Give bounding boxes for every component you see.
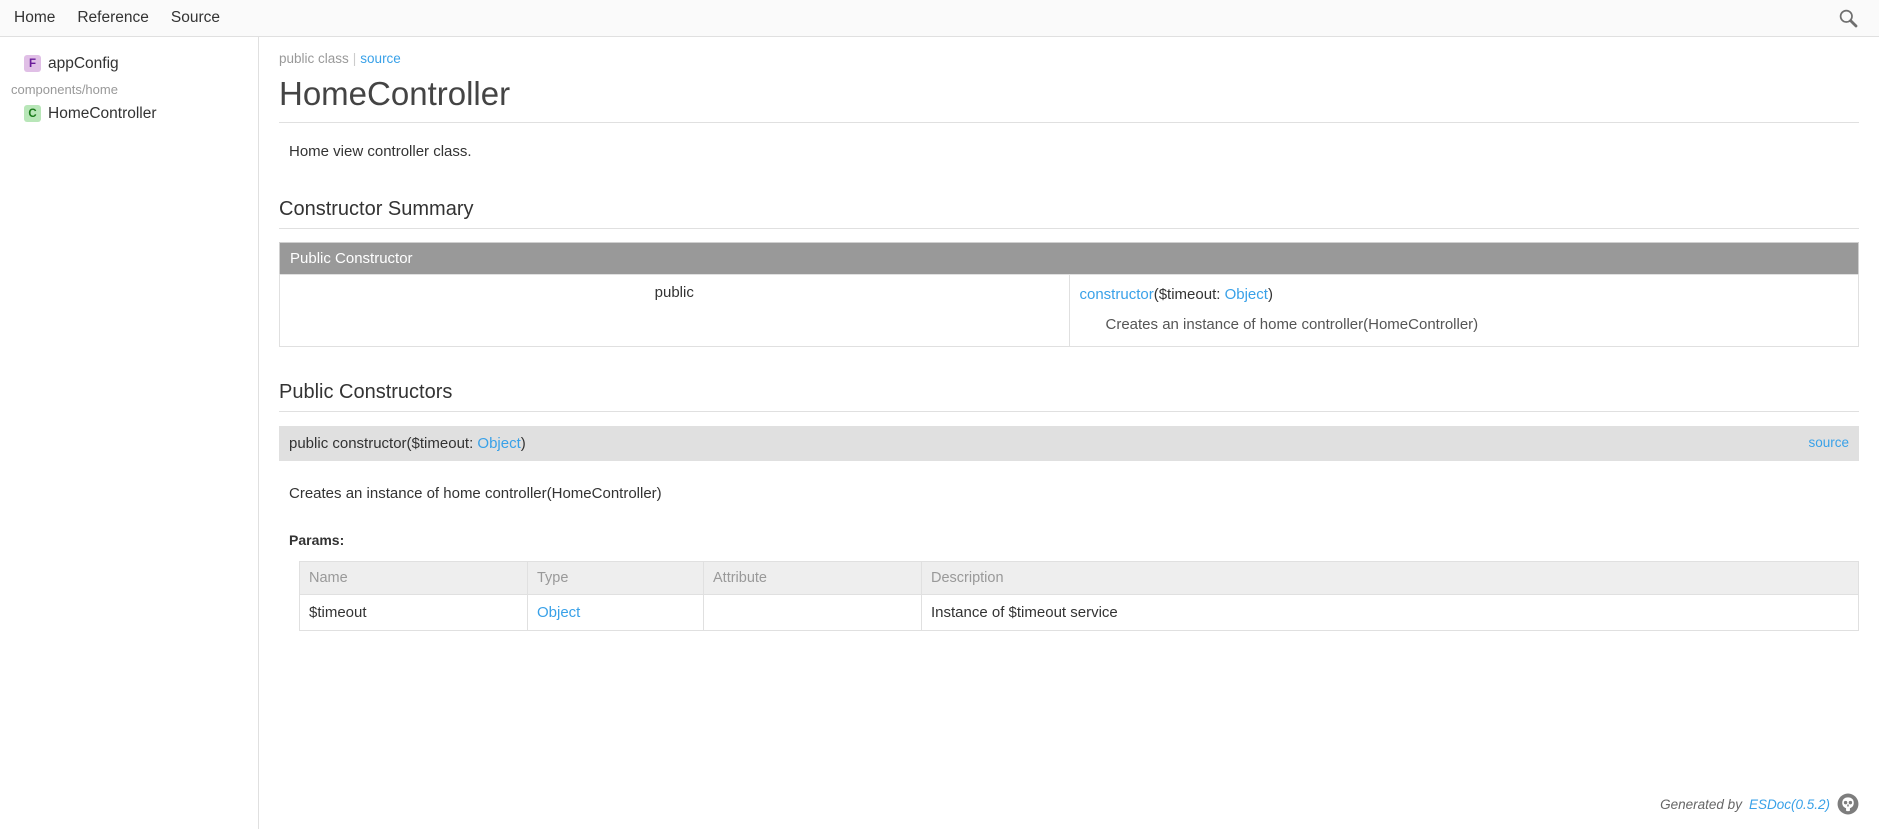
summary-signature-cell: constructor($timeout: Object) Creates an…: [1068, 273, 1859, 347]
param-type-link[interactable]: Object: [537, 604, 580, 621]
table-row: public constructor($timeout: Object) Cre…: [279, 273, 1859, 347]
sidebar-group-root: F appConfig: [0, 51, 258, 76]
params-col-description: Description: [921, 561, 1859, 596]
top-navbar: Home Reference Source: [0, 0, 1879, 37]
table-row: $timeout Object Instance of $timeout ser…: [299, 594, 1859, 632]
class-badge-icon: C: [24, 105, 41, 123]
sidebar-group-components-home: components/home C HomeController: [0, 76, 258, 126]
sidebar-item-label: HomeController: [48, 105, 157, 123]
param-cell-attribute: [703, 594, 922, 632]
constructor-link[interactable]: constructor: [1080, 286, 1154, 303]
section-title-constructor-summary: Constructor Summary: [279, 197, 1859, 229]
nav-link-source[interactable]: Source: [171, 8, 220, 28]
summary-header-cell: Public Constructor: [279, 242, 1859, 275]
constructor-detail-block: public constructor($timeout: Object) sou…: [279, 425, 1859, 632]
page-title: HomeController: [279, 75, 1859, 124]
sidebar-item-homecontroller[interactable]: C HomeController: [0, 101, 258, 126]
header-source-link[interactable]: source: [360, 51, 401, 66]
sidebar-item-label: appConfig: [48, 55, 119, 72]
nav-link-home[interactable]: Home: [14, 8, 55, 28]
params-table: Name Type Attribute Description $timeout…: [299, 561, 1859, 632]
nav-link-reference[interactable]: Reference: [77, 8, 149, 28]
params-col-attribute: Attribute: [703, 561, 922, 596]
summary-header-row: Public Constructor: [279, 242, 1859, 275]
footer: Generated by ESDoc(0.5.2): [1660, 793, 1859, 815]
summary-row-description: Creates an instance of home controller(H…: [1105, 316, 1479, 334]
signature-type-link[interactable]: Object: [477, 435, 520, 452]
search-button[interactable]: [1835, 5, 1861, 31]
section-title-public-constructors: Public Constructors: [279, 380, 1859, 412]
param-type-link[interactable]: Object: [1225, 286, 1268, 303]
kind-notice: public class | source: [279, 51, 1859, 66]
constructor-detail-signature: public constructor($timeout: Object): [289, 433, 1808, 454]
summary-access-cell: public: [279, 273, 1070, 347]
params-tbody: $timeout Object Instance of $timeout ser…: [299, 594, 1859, 632]
esdoc-logo-icon: [1837, 793, 1859, 815]
summary-tbody: public constructor($timeout: Object) Cre…: [279, 273, 1859, 347]
param-cell-type: Object: [527, 594, 704, 632]
main-content: public class | source HomeController Home …: [259, 37, 1879, 829]
params-header-row: Name Type Attribute Description: [299, 561, 1859, 596]
param-cell-description: Instance of $timeout service: [921, 594, 1859, 632]
notice-separator: |: [352, 51, 357, 66]
kind-notice-text: public class: [279, 51, 349, 66]
params-col-type: Type: [527, 561, 704, 596]
class-description: Home view controller class.: [289, 143, 472, 161]
footer-esdoc-link[interactable]: ESDoc(0.5.2): [1749, 797, 1830, 812]
constructor-detail-header: public constructor($timeout: Object) sou…: [279, 425, 1859, 461]
detail-source-link[interactable]: source: [1808, 434, 1849, 453]
signature-prefix: public constructor($timeout:: [289, 434, 478, 452]
params-label: Params:: [289, 532, 345, 549]
search-icon: [1839, 9, 1858, 28]
param-cell-name: $timeout: [299, 594, 528, 632]
params-col-name: Name: [299, 561, 528, 596]
constructor-summary-table: Public Constructor public constructor($t…: [279, 241, 1859, 347]
constructor-detail-description: Creates an instance of home controller(H…: [289, 484, 662, 502]
footer-generated-by: Generated by: [1660, 796, 1742, 812]
function-badge-icon: F: [24, 55, 41, 73]
sidebar: F appConfig components/home C HomeContro…: [0, 37, 259, 829]
nav-links: Home Reference Source: [14, 8, 220, 28]
param-name: $timeout:: [1158, 285, 1225, 303]
params-thead: Name Type Attribute Description: [299, 561, 1859, 596]
summary-signature: constructor($timeout: Object): [1080, 284, 1849, 307]
page-layout: F appConfig components/home C HomeContro…: [0, 37, 1879, 829]
signature-suffix: ): [520, 434, 526, 452]
paren-close: ): [1267, 285, 1273, 303]
sidebar-dir-path: components/home: [11, 82, 118, 98]
sidebar-item-appconfig[interactable]: F appConfig: [0, 51, 258, 76]
summary-thead: Public Constructor: [279, 242, 1859, 275]
